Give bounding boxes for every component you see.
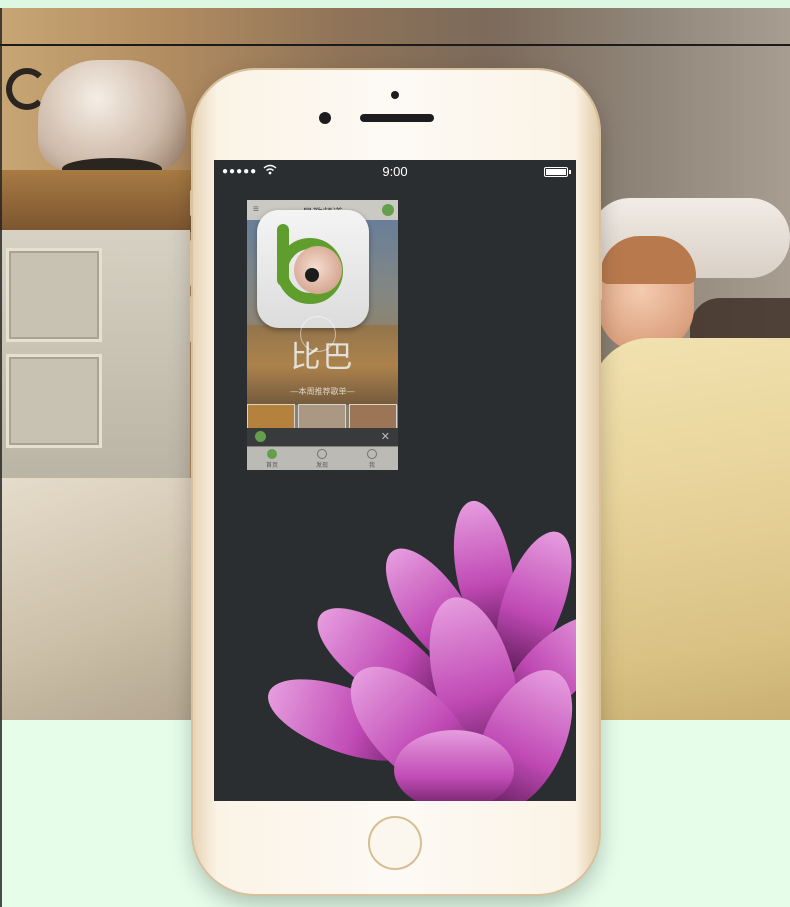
section-subtitle: —本周推荐歌单— [290, 387, 355, 396]
flower-wallpaper [268, 500, 576, 801]
profile-tab-icon [367, 449, 377, 459]
logo-baby-photo [294, 246, 342, 294]
tab-bar: 首页 发现 我 [247, 447, 398, 470]
battery-icon [544, 167, 571, 177]
home-button[interactable] [368, 816, 422, 870]
volume-up-button [190, 240, 193, 286]
tab-discover[interactable]: 发现 [297, 449, 347, 469]
blanket [590, 338, 790, 720]
phone-mockup: ●●●●● 9:00 ≡ 早教频道 比巴 —本周推荐歌单— [190, 70, 602, 894]
tab-label: 首页 [265, 463, 278, 469]
hero-divider [0, 44, 790, 46]
nightstand-top [0, 170, 198, 232]
mute-switch [190, 190, 193, 216]
tab-label: 我 [368, 463, 375, 469]
notice-bar: ✕ [247, 428, 398, 446]
discover-tab-icon [317, 449, 327, 459]
logo-stem [277, 224, 289, 286]
tab-home[interactable]: 首页 [247, 449, 297, 469]
close-icon[interactable]: ✕ [381, 430, 390, 443]
volume-down-button [190, 296, 193, 342]
nightstand [0, 230, 190, 500]
bedsheet [0, 478, 200, 720]
proximity-sensor [391, 91, 399, 99]
home-tab-icon [267, 449, 277, 459]
top-strip [0, 0, 790, 8]
app-logo-icon[interactable] [257, 210, 369, 328]
phone-screen: ●●●●● 9:00 ≡ 早教频道 比巴 —本周推荐歌单— [214, 160, 576, 801]
logo-camera-lens [305, 268, 319, 282]
status-bar: ●●●●● 9:00 [214, 160, 576, 184]
left-edge-line [0, 8, 2, 907]
power-button [599, 240, 602, 300]
nightstand-drawer [6, 354, 102, 448]
status-time: 9:00 [382, 164, 408, 179]
lamp [38, 60, 186, 170]
notice-icon [255, 431, 266, 442]
nightstand-drawer [6, 248, 102, 342]
front-camera [319, 112, 331, 124]
tab-profile[interactable]: 我 [347, 449, 397, 469]
tab-label: 发现 [315, 463, 328, 469]
earpiece-speaker [360, 114, 434, 122]
profile-avatar[interactable] [382, 204, 394, 216]
loading-ring [300, 316, 336, 352]
